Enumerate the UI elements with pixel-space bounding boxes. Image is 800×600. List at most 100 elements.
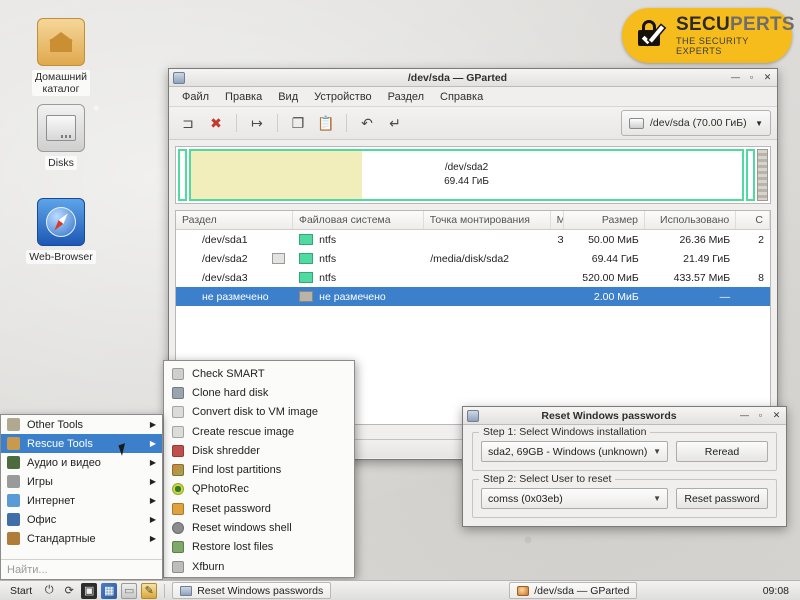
delete-partition-button[interactable]: ✖ <box>203 111 229 135</box>
menu-item-edit[interactable]: Правка <box>218 89 269 105</box>
logo-title: SECUPERTS <box>676 14 795 36</box>
terminal-icon[interactable]: ▣ <box>81 582 98 599</box>
applications-icon[interactable]: ▦ <box>101 582 118 599</box>
menu-item-reset-password[interactable]: Reset password <box>164 499 354 518</box>
desktop-icon-web-browser[interactable]: Web-Browser <box>22 198 100 265</box>
start-menu-item-label: Стандартные <box>27 532 96 545</box>
gparted-toolbar[interactable]: ⊐ ✖ ↦ ❐ 📋 ↶ ↵ /dev/sda (70.00 ГиБ) ▼ <box>169 107 777 140</box>
column-header-label[interactable]: Метка <box>551 211 564 229</box>
taskbar-task-reset-windows-passwords[interactable]: Reset Windows passwords <box>172 582 332 599</box>
partition-graphic-sda3[interactable] <box>746 149 755 201</box>
maximize-button[interactable]: ▫ <box>755 410 766 421</box>
menu-item-convert-disk-to-vm-image[interactable]: Convert disk to VM image <box>164 403 354 422</box>
restart-icon[interactable]: ⟳ <box>61 583 77 599</box>
menu-item-check-smart[interactable]: Check SMART <box>164 364 354 383</box>
new-partition-button[interactable]: ⊐ <box>175 111 201 135</box>
windows-installation-value: sda2, 69GB - Windows (unknown) <box>488 445 648 458</box>
copy-button[interactable]: ❐ <box>285 111 311 135</box>
menu-item-partition[interactable]: Раздел <box>381 89 431 105</box>
taskbar-task-label: Reset Windows passwords <box>197 584 324 597</box>
column-header-filesystem[interactable]: Файловая система <box>293 211 424 229</box>
menu-item-clone-hard-disk[interactable]: Clone hard disk <box>164 383 354 402</box>
dialog-titlebar[interactable]: Reset Windows passwords — ▫ ✕ <box>463 407 786 425</box>
column-header-free[interactable]: С <box>736 211 771 229</box>
menu-item-xfburn[interactable]: Xfburn <box>164 557 354 576</box>
reset-shell-icon <box>172 522 184 535</box>
gparted-menubar[interactable]: Файл Правка Вид Устройство Раздел Справк… <box>169 87 777 107</box>
menu-item-reset-windows-shell[interactable]: Reset windows shell <box>164 518 354 537</box>
harddisk-icon <box>629 117 644 129</box>
start-menu-item-rescue-tools[interactable]: Rescue Tools ▶ <box>1 434 162 453</box>
start-menu-item-other-tools[interactable]: Other Tools ▶ <box>1 415 162 434</box>
partition-used-fill <box>191 151 362 199</box>
menu-item-disk-shredder[interactable]: Disk shredder <box>164 441 354 460</box>
cell-partition: /dev/sda1 <box>202 233 248 246</box>
text-editor-icon[interactable]: ✎ <box>141 582 158 599</box>
maximize-button[interactable]: ▫ <box>746 72 757 83</box>
desktop-icon-home-folder[interactable]: Домашний каталог <box>22 18 100 97</box>
start-menu-item-multimedia[interactable]: Аудио и видео ▶ <box>1 453 162 472</box>
cell-used: 26.36 МиБ <box>679 233 731 246</box>
table-row[interactable]: /dev/sda2 ntfs /media/disk/sda2 69.44 Ги… <box>176 249 770 268</box>
menu-item-label: Restore lost files <box>192 541 274 554</box>
close-button[interactable]: ✕ <box>762 72 773 83</box>
clock[interactable]: 09:08 <box>763 585 795 597</box>
menu-item-qphotorec[interactable]: QPhotoRec <box>164 480 354 499</box>
start-menu-search-input[interactable]: Найти... <box>1 559 162 579</box>
table-row[interactable]: /dev/sda1 ntfs Зарезервировано системой … <box>176 230 770 249</box>
reset-password-button[interactable]: Reset password <box>676 488 768 509</box>
apply-button[interactable]: ↵ <box>382 111 408 135</box>
resize-move-button[interactable]: ↦ <box>244 111 270 135</box>
partition-graphic-unallocated[interactable] <box>757 149 768 201</box>
cell-partition: /dev/sda2 <box>202 252 248 265</box>
rescue-tools-submenu[interactable]: Check SMART Clone hard disk Convert disk… <box>163 360 355 578</box>
cell-mountpoint <box>424 230 551 249</box>
start-button[interactable]: Start <box>5 585 37 597</box>
partition-graphic-sda2[interactable]: /dev/sda2 69.44 ГиБ <box>189 149 744 201</box>
windows-installation-select[interactable]: sda2, 69GB - Windows (unknown) ▼ <box>481 441 668 462</box>
shutdown-icon[interactable]: ⏻ <box>41 583 57 599</box>
start-menu-item-accessories[interactable]: Стандартные ▶ <box>1 529 162 548</box>
desktop-icon-disks[interactable]: Disks <box>22 104 100 171</box>
undo-button[interactable]: ↶ <box>354 111 380 135</box>
partition-graphic[interactable]: /dev/sda2 69.44 ГиБ <box>175 146 771 204</box>
reset-windows-passwords-dialog[interactable]: Reset Windows passwords — ▫ ✕ Step 1: Se… <box>462 406 787 527</box>
chevron-right-icon: ▶ <box>149 477 156 486</box>
cell-free <box>736 249 770 268</box>
minimize-button[interactable]: — <box>730 72 741 83</box>
start-menu-item-internet[interactable]: Интернет ▶ <box>1 491 162 510</box>
desktop-icon-label: Домашний каталог <box>31 70 91 96</box>
menu-item-file[interactable]: Файл <box>175 89 216 105</box>
chevron-right-icon: ▶ <box>149 458 156 467</box>
menu-item-label: Reset windows shell <box>192 522 292 535</box>
menu-item-device[interactable]: Устройство <box>307 89 379 105</box>
gparted-icon <box>173 71 185 84</box>
column-header-used[interactable]: Использовано <box>645 211 737 229</box>
reread-button[interactable]: Reread <box>676 441 768 462</box>
menu-item-help[interactable]: Справка <box>433 89 490 105</box>
start-menu[interactable]: Other Tools ▶ Rescue Tools ▶ Аудио и вид… <box>0 414 163 580</box>
menu-item-restore-lost-files[interactable]: Restore lost files <box>164 538 354 557</box>
user-select[interactable]: comss (0x03eb) ▼ <box>481 488 668 509</box>
paste-button[interactable]: 📋 <box>313 111 339 135</box>
shredder-icon <box>172 444 184 457</box>
chevron-down-icon: ▼ <box>653 494 661 503</box>
taskbar[interactable]: Start ⏻ ⟳ ▣ ▦ ▭ ✎ Reset Windows password… <box>0 580 800 600</box>
menu-item-create-rescue-image[interactable]: Create rescue image <box>164 422 354 441</box>
column-header-partition[interactable]: Раздел <box>176 211 293 229</box>
table-row[interactable]: /dev/sda3 ntfs 520.00 МиБ 433.57 МиБ 8 <box>176 268 770 287</box>
display-icon[interactable]: ▭ <box>121 582 138 599</box>
close-button[interactable]: ✕ <box>771 410 782 421</box>
table-row[interactable]: не размечено не размечено 2.00 МиБ — <box>176 287 770 306</box>
menu-item-view[interactable]: Вид <box>271 89 305 105</box>
menu-item-find-lost-partitions[interactable]: Find lost partitions <box>164 460 354 479</box>
minimize-button[interactable]: — <box>739 410 750 421</box>
start-menu-item-office[interactable]: Офис ▶ <box>1 510 162 529</box>
partition-graphic-sda1[interactable] <box>178 149 187 201</box>
start-menu-item-games[interactable]: Игры ▶ <box>1 472 162 491</box>
taskbar-task-gparted[interactable]: /dev/sda — GParted <box>509 582 638 599</box>
device-selector[interactable]: /dev/sda (70.00 ГиБ) ▼ <box>621 110 771 136</box>
column-header-size[interactable]: Размер <box>564 211 645 229</box>
gparted-titlebar[interactable]: /dev/sda — GParted — ▫ ✕ <box>169 69 777 87</box>
column-header-mountpoint[interactable]: Точка монтирования <box>424 211 551 229</box>
